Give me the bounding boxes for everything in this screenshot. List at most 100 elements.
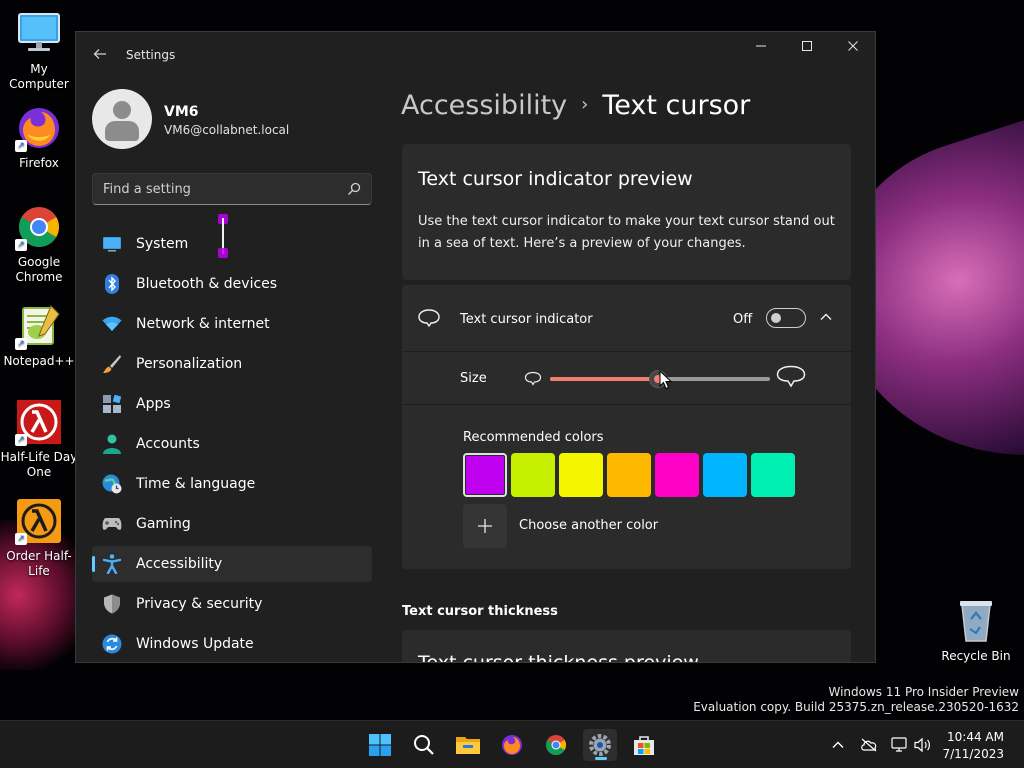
- recycle-bin-icon: [960, 601, 992, 642]
- text-cursor-indicator-row[interactable]: Text cursor indicator Off: [402, 285, 851, 352]
- text-cursor-thickness-heading: Text cursor thickness: [402, 604, 558, 619]
- sidebar-item-system[interactable]: System: [92, 226, 372, 262]
- color-swatch-orange[interactable]: [607, 453, 651, 497]
- desktop-icon-half-life-day-one[interactable]: ↗ Half-Life Day One: [0, 398, 78, 480]
- clock-date: 7/11/2023: [942, 747, 1004, 761]
- chevron-up-icon: [832, 741, 844, 748]
- back-button[interactable]: [88, 44, 112, 68]
- color-swatch-lime[interactable]: [511, 453, 555, 497]
- avatar-body-shape: [105, 121, 139, 141]
- sidebar-item-personalization[interactable]: Personalization: [92, 346, 372, 382]
- sidebar-item-time-language[interactable]: Time & language: [92, 466, 372, 502]
- choose-another-color-label[interactable]: Choose another color: [519, 518, 658, 533]
- monitor-icon: [15, 10, 63, 58]
- toggle-knob: [771, 313, 781, 323]
- title-bar[interactable]: Settings: [76, 32, 875, 80]
- mouse-pointer-icon: [659, 370, 673, 390]
- firefox-taskbar-button[interactable]: [495, 729, 529, 761]
- desktop-icon-firefox[interactable]: ↗ Firefox: [0, 104, 78, 171]
- desktop-icon-label: Google Chrome: [15, 255, 63, 284]
- sidebar-item-bluetooth-devices[interactable]: Bluetooth & devices: [92, 266, 372, 302]
- toggle-state-label: Off: [733, 312, 753, 327]
- cursor-indicator-icon: [418, 309, 440, 327]
- choose-another-color-button[interactable]: [463, 504, 507, 548]
- close-button[interactable]: [830, 32, 875, 64]
- file-explorer-button[interactable]: [451, 729, 485, 761]
- breadcrumb-parent-link[interactable]: Accessibility: [401, 90, 567, 121]
- back-arrow-icon: [93, 49, 106, 59]
- apps-icon: [102, 394, 122, 414]
- network-tray-button[interactable]: [890, 735, 910, 755]
- size-large-icon: [776, 365, 806, 388]
- store-taskbar-button[interactable]: [627, 729, 661, 761]
- sidebar-item-accessibility[interactable]: Accessibility: [92, 546, 372, 582]
- sidebar-item-label: Personalization: [136, 356, 243, 372]
- sidebar-item-privacy-security[interactable]: Privacy & security: [92, 586, 372, 622]
- sidebar-item-network-internet[interactable]: Network & internet: [92, 306, 372, 342]
- search-box[interactable]: [92, 173, 372, 205]
- chrome-taskbar-button[interactable]: [539, 729, 573, 761]
- minimize-button[interactable]: [738, 32, 784, 64]
- chevron-up-icon[interactable]: [818, 309, 834, 325]
- text-cursor-indicator-toggle[interactable]: [766, 308, 806, 328]
- close-icon: [848, 41, 858, 51]
- sidebar-item-label: Accounts: [136, 436, 200, 452]
- thickness-preview-title: Text cursor thickness preview: [418, 652, 699, 663]
- person-icon: [102, 434, 122, 454]
- sidebar-item-apps[interactable]: Apps: [92, 386, 372, 422]
- chrome-icon: [546, 735, 566, 755]
- recommended-colors-label: Recommended colors: [463, 430, 604, 445]
- shield-icon: [102, 594, 122, 614]
- desktop-icon-order-half-life[interactable]: ↗ Order Half-Life: [0, 497, 78, 579]
- sidebar-item-label: Bluetooth & devices: [136, 276, 278, 292]
- store-icon: [634, 736, 654, 755]
- minimize-icon: [756, 45, 766, 47]
- show-hidden-icons-button[interactable]: [828, 735, 848, 755]
- sidebar-item-accounts[interactable]: Accounts: [92, 426, 372, 462]
- color-swatch-purple[interactable]: [463, 453, 507, 497]
- firefox-icon: ↗: [15, 104, 63, 152]
- size-label: Size: [460, 371, 487, 386]
- start-button[interactable]: [363, 729, 397, 761]
- half-life-lambda-icon: ↗: [15, 398, 63, 446]
- maximize-button[interactable]: [784, 32, 830, 64]
- cloud-offline-icon: [861, 738, 877, 752]
- sidebar-item-windows-update[interactable]: Windows Update: [92, 626, 372, 662]
- sidebar-item-label: Accessibility: [136, 556, 223, 572]
- text-cursor-indicator-label: Text cursor indicator: [460, 312, 593, 327]
- sidebar-item-label: Network & internet: [136, 316, 270, 332]
- desktop-icon-notepad-plus-plus[interactable]: ↗ Notepad++: [0, 302, 78, 369]
- size-small-icon: [524, 371, 542, 386]
- chrome-icon: ↗: [15, 203, 63, 251]
- settings-window: Settings VM6 VM6@collabnet.local System: [75, 31, 876, 663]
- taskbar-clock[interactable]: 10:44 AM 7/11/2023: [942, 729, 1004, 763]
- desktop-icon-label: Firefox: [19, 156, 59, 170]
- desktop-icon-label: Order Half-Life: [6, 549, 72, 578]
- desktop-icon-label: Half-Life Day One: [0, 450, 78, 479]
- desktop-icon-recycle-bin[interactable]: Recycle Bin: [940, 597, 1012, 663]
- window-title: Settings: [126, 48, 176, 62]
- color-swatch-pink[interactable]: [655, 453, 699, 497]
- desktop-icon-my-computer[interactable]: My Computer: [0, 10, 78, 92]
- size-slider-fill: [550, 377, 658, 381]
- settings-taskbar-button[interactable]: [583, 729, 617, 761]
- color-swatch-blue[interactable]: [703, 453, 747, 497]
- bluetooth-icon: [102, 274, 122, 294]
- gamepad-icon: [102, 514, 122, 534]
- desktop-icon-label: Notepad++: [3, 354, 75, 368]
- volume-tray-button[interactable]: [913, 735, 933, 755]
- search-input[interactable]: [103, 174, 341, 204]
- profile-name: VM6: [164, 104, 199, 120]
- sidebar-item-label: Gaming: [136, 516, 191, 532]
- desktop-icon-chrome[interactable]: ↗ Google Chrome: [0, 203, 78, 285]
- search-icon[interactable]: [347, 182, 361, 196]
- color-swatch-teal[interactable]: [751, 453, 795, 497]
- color-swatch-yellow[interactable]: [559, 453, 603, 497]
- text-cursor-preview-card: Text cursor indicator preview Use the te…: [402, 144, 851, 280]
- size-row: Size: [402, 353, 851, 405]
- taskbar-search-button[interactable]: [407, 729, 441, 761]
- sidebar-item-gaming[interactable]: Gaming: [92, 506, 372, 542]
- text-cursor-indicator-preview-mark: [218, 214, 228, 258]
- onedrive-tray-button[interactable]: [859, 735, 879, 755]
- avatar[interactable]: [92, 89, 152, 149]
